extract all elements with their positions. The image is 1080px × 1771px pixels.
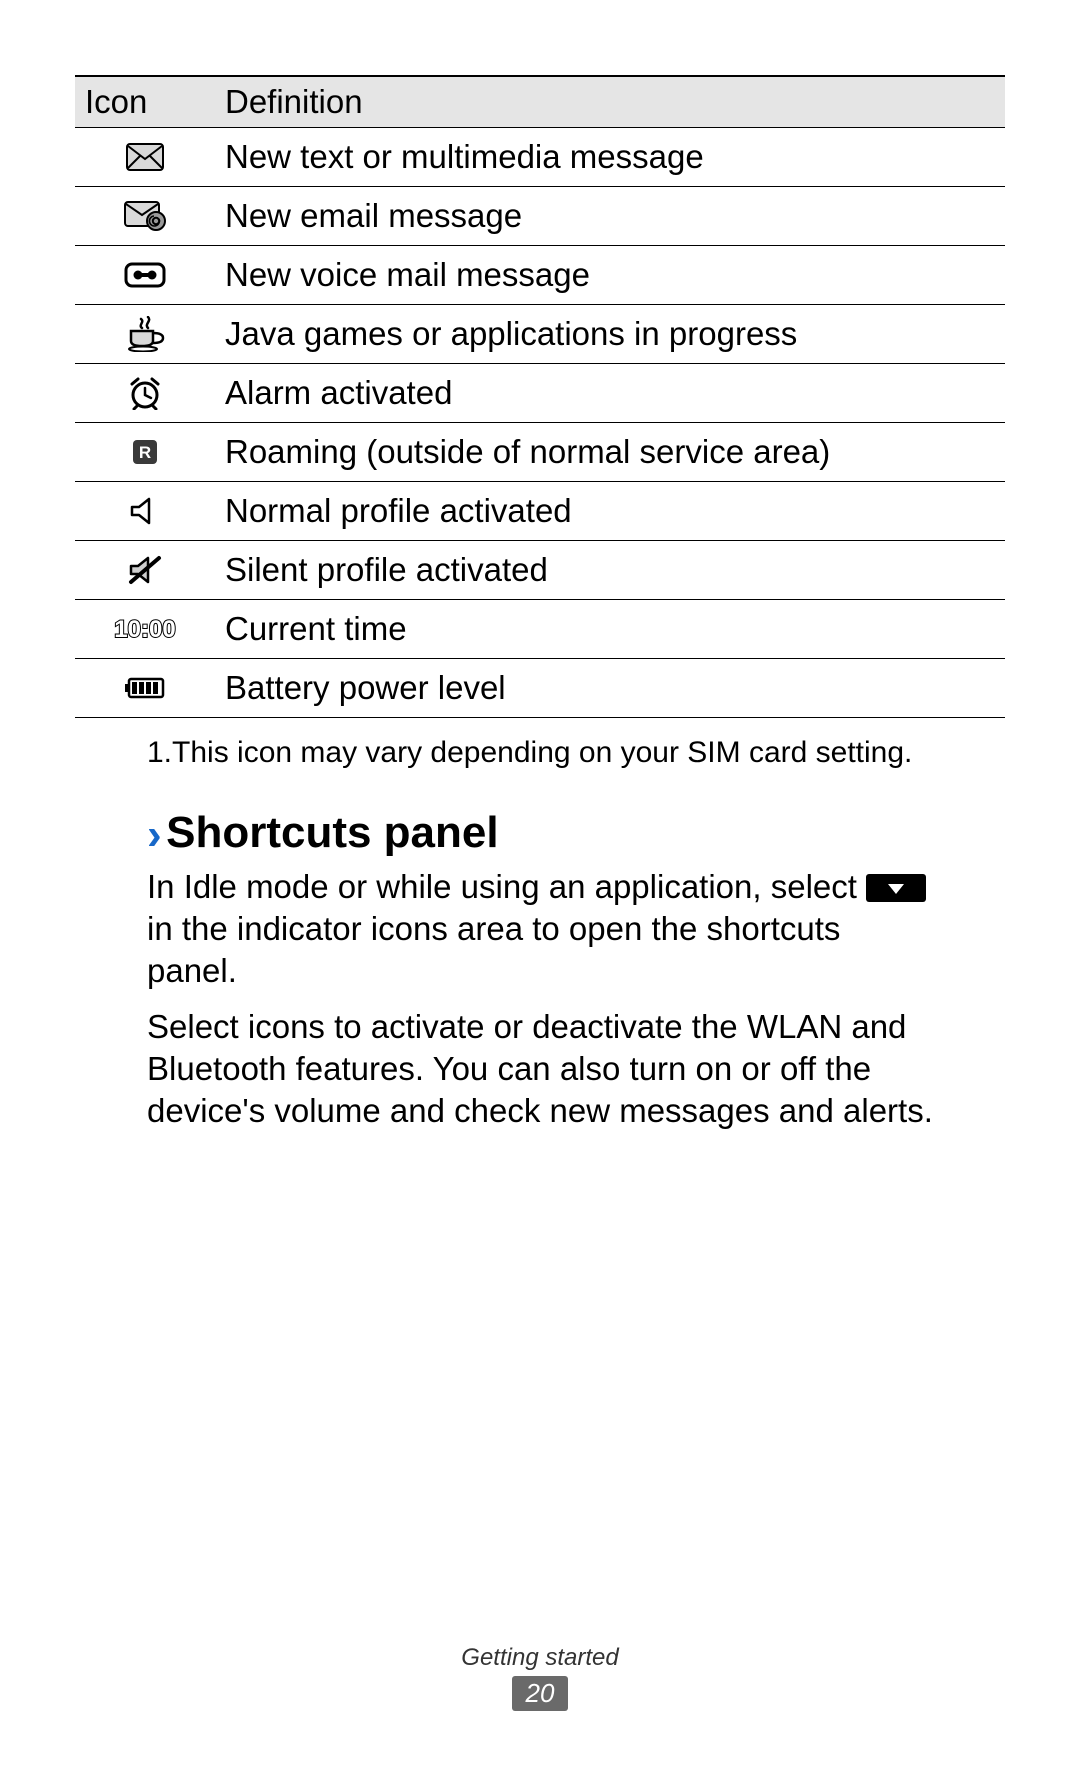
silent-icon [75, 541, 215, 600]
clock-icon: 10:00 [75, 600, 215, 659]
para1-part-b: in the indicator icons area to open the … [147, 910, 840, 989]
footer-section-label: Getting started [0, 1644, 1080, 1672]
section-heading: › Shortcuts panel [147, 808, 1005, 860]
table-row: Alarm activated [75, 364, 1005, 423]
footnote-text: 1.This icon may vary depending on your S… [147, 736, 1005, 770]
chevron-right-icon: › [147, 810, 162, 859]
table-row: New text or multimedia message [75, 128, 1005, 187]
roaming-icon: R [75, 423, 215, 482]
icon-definition-table: Icon Definition New text or multimedia m… [75, 75, 1005, 718]
table-row: Normal profile activated [75, 482, 1005, 541]
dropdown-arrow-icon [866, 874, 926, 902]
definition-text: Current time [215, 600, 1005, 659]
alarm-icon [75, 364, 215, 423]
table-row: 10:00 Current time [75, 600, 1005, 659]
table-row: Battery power level [75, 659, 1005, 718]
section-title-text: Shortcuts panel [166, 808, 499, 857]
definition-text: Battery power level [215, 659, 1005, 718]
definition-text: Silent profile activated [215, 541, 1005, 600]
col-header-icon: Icon [75, 76, 215, 128]
svg-text:R: R [139, 443, 151, 462]
email-icon [75, 187, 215, 246]
voicemail-icon [75, 246, 215, 305]
page-number-badge: 20 [512, 1676, 569, 1711]
clock-time-text: 10:00 [114, 616, 175, 642]
battery-icon [75, 659, 215, 718]
definition-text: Java games or applications in progress [215, 305, 1005, 364]
paragraph-1: In Idle mode or while using an applicati… [147, 866, 933, 992]
paragraph-2: Select icons to activate or deactivate t… [147, 1006, 933, 1132]
definition-text: Alarm activated [215, 364, 1005, 423]
definition-text: New text or multimedia message [215, 128, 1005, 187]
table-row: New email message [75, 187, 1005, 246]
para1-part-a: In Idle mode or while using an applicati… [147, 868, 866, 905]
table-row: Java games or applications in progress [75, 305, 1005, 364]
definition-text: Roaming (outside of normal service area) [215, 423, 1005, 482]
table-row: Silent profile activated [75, 541, 1005, 600]
manual-page: Icon Definition New text or multimedia m… [0, 0, 1080, 1771]
definition-text: Normal profile activated [215, 482, 1005, 541]
java-icon [75, 305, 215, 364]
table-header-row: Icon Definition [75, 76, 1005, 128]
table-row: R Roaming (outside of normal service are… [75, 423, 1005, 482]
definition-text: New email message [215, 187, 1005, 246]
page-footer: Getting started 20 [0, 1644, 1080, 1711]
col-header-definition: Definition [215, 76, 1005, 128]
message-icon [75, 128, 215, 187]
table-row: New voice mail message [75, 246, 1005, 305]
definition-text: New voice mail message [215, 246, 1005, 305]
sound-icon [75, 482, 215, 541]
